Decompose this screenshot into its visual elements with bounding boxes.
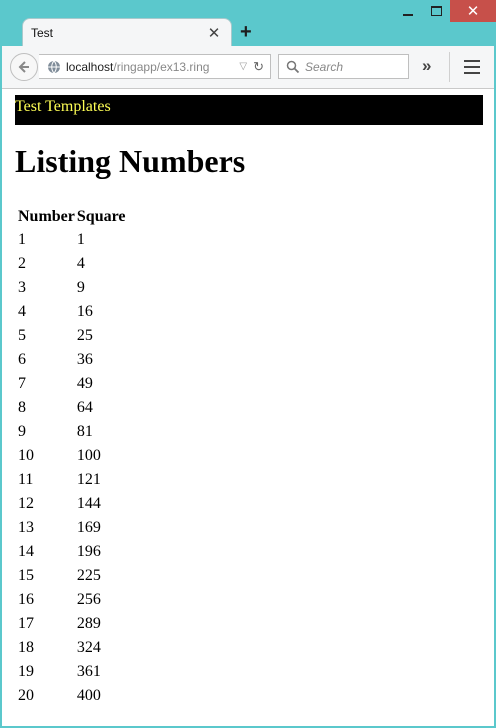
number-cell: 19 bbox=[18, 663, 34, 680]
tab-strip: Test ✕ + bbox=[0, 0, 496, 46]
number-cell: 16 bbox=[18, 591, 34, 608]
url-text: localhost/ringapp/ex13.ring bbox=[66, 60, 239, 74]
table-row: 24 bbox=[18, 253, 126, 275]
square-cell: 324 bbox=[76, 639, 101, 656]
number-cell: 18 bbox=[18, 639, 34, 656]
table-row: 13 169 bbox=[18, 517, 126, 539]
number-cell: 17 bbox=[18, 615, 34, 632]
hamburger-menu-icon[interactable] bbox=[464, 60, 480, 78]
reload-icon[interactable]: ↻ bbox=[253, 59, 264, 75]
tab-title: Test bbox=[31, 25, 54, 40]
square-cell: 121 bbox=[76, 471, 101, 488]
number-cell: 6 bbox=[18, 351, 26, 368]
table-body: 1 1 2 4 3 9 4 16 5 25 6 36 7 49 8 64 9 81 10 100 11 121 12 144 1… bbox=[18, 229, 126, 707]
table-row: 5 25 bbox=[18, 325, 126, 347]
square-cell: 169 bbox=[76, 519, 101, 536]
square-cell: 9 bbox=[76, 279, 85, 296]
table-row: 8 64 bbox=[18, 397, 126, 419]
square-cell: 16 bbox=[76, 303, 93, 320]
search-box[interactable]: Search bbox=[278, 54, 409, 79]
square-cell: 4 bbox=[76, 255, 85, 272]
square-cell: 289 bbox=[76, 615, 101, 632]
number-cell: 5 bbox=[18, 327, 26, 344]
table-row: 39 bbox=[18, 277, 126, 299]
square-cell: 256 bbox=[76, 591, 101, 608]
table-row: 14 196 bbox=[18, 541, 126, 563]
table-row: 18 324 bbox=[18, 637, 126, 659]
table-row: 17 289 bbox=[18, 613, 126, 635]
navigation-toolbar: localhost/ringapp/ex13.ring ▽ ↻ Search » bbox=[2, 46, 494, 89]
page-content: Test Templates Listing Numbers Number Sq… bbox=[2, 89, 494, 726]
column-header-square: Square bbox=[76, 208, 126, 225]
number-cell: 4 bbox=[18, 303, 26, 320]
number-cell: 10 bbox=[18, 447, 34, 464]
table-row: 4 16 bbox=[18, 301, 126, 323]
square-cell: 100 bbox=[76, 447, 101, 464]
square-cell: 81 bbox=[76, 423, 93, 440]
url-path: /ringapp/ex13.ring bbox=[113, 59, 210, 74]
square-cell: 361 bbox=[76, 663, 101, 680]
table-row: 11 121 bbox=[18, 469, 126, 491]
number-cell: 13 bbox=[18, 519, 34, 536]
table-header-row: Number Square bbox=[18, 207, 126, 227]
toolbar-divider bbox=[449, 52, 450, 82]
toolbar-overflow-icon[interactable]: » bbox=[422, 56, 431, 76]
square-cell: 49 bbox=[76, 375, 93, 392]
tab-active[interactable]: Test ✕ bbox=[22, 18, 232, 46]
square-cell: 400 bbox=[76, 687, 101, 704]
back-arrow-icon bbox=[18, 61, 29, 73]
number-cell: 20 bbox=[18, 687, 34, 704]
square-cell: 1 bbox=[76, 231, 85, 248]
table-row: 20 400 bbox=[18, 685, 126, 707]
page-banner: Test Templates bbox=[15, 95, 483, 125]
number-cell: 11 bbox=[18, 471, 34, 488]
number-cell: 7 bbox=[18, 375, 26, 392]
new-tab-icon[interactable]: + bbox=[240, 21, 252, 44]
table-row: 12 144 bbox=[18, 493, 126, 515]
url-bar[interactable]: localhost/ringapp/ex13.ring ▽ ↻ bbox=[39, 54, 271, 79]
globe-icon bbox=[48, 60, 60, 73]
square-cell: 36 bbox=[76, 351, 93, 368]
square-cell: 25 bbox=[76, 327, 93, 344]
number-cell: 1 bbox=[18, 231, 26, 248]
table-row: 6 36 bbox=[18, 349, 126, 371]
number-cell: 12 bbox=[18, 495, 34, 512]
number-cell: 15 bbox=[18, 567, 34, 584]
search-icon bbox=[286, 60, 300, 73]
url-dropdown-icon[interactable]: ▽ bbox=[239, 61, 247, 72]
number-cell: 14 bbox=[18, 543, 34, 560]
table-row: 10 100 bbox=[18, 445, 126, 467]
table-row: 15 225 bbox=[18, 565, 126, 587]
square-cell: 196 bbox=[76, 543, 101, 560]
page-title: Listing Numbers bbox=[15, 143, 246, 179]
url-host: localhost bbox=[66, 59, 114, 74]
search-placeholder: Search bbox=[305, 59, 344, 74]
square-cell: 144 bbox=[76, 495, 101, 512]
numbers-table: Number Square 1 1 2 4 3 9 4 16 5 25 6 36 7 49 8 64 9 81 10… bbox=[16, 205, 128, 709]
table-row: 16 256 bbox=[18, 589, 126, 611]
table-row: 9 81 bbox=[18, 421, 126, 443]
number-cell: 9 bbox=[18, 423, 26, 440]
square-cell: 225 bbox=[76, 567, 101, 584]
number-cell: 2 bbox=[18, 255, 26, 272]
table-row: 7 49 bbox=[18, 373, 126, 395]
number-cell: 8 bbox=[18, 399, 26, 416]
column-header-number: Number bbox=[18, 208, 75, 225]
table-row: 11 bbox=[18, 229, 126, 251]
square-cell: 64 bbox=[76, 399, 93, 416]
tab-close-icon[interactable]: ✕ bbox=[205, 24, 223, 42]
table-row: 19 361 bbox=[18, 661, 126, 683]
back-button[interactable] bbox=[10, 53, 38, 81]
number-cell: 3 bbox=[18, 279, 26, 296]
